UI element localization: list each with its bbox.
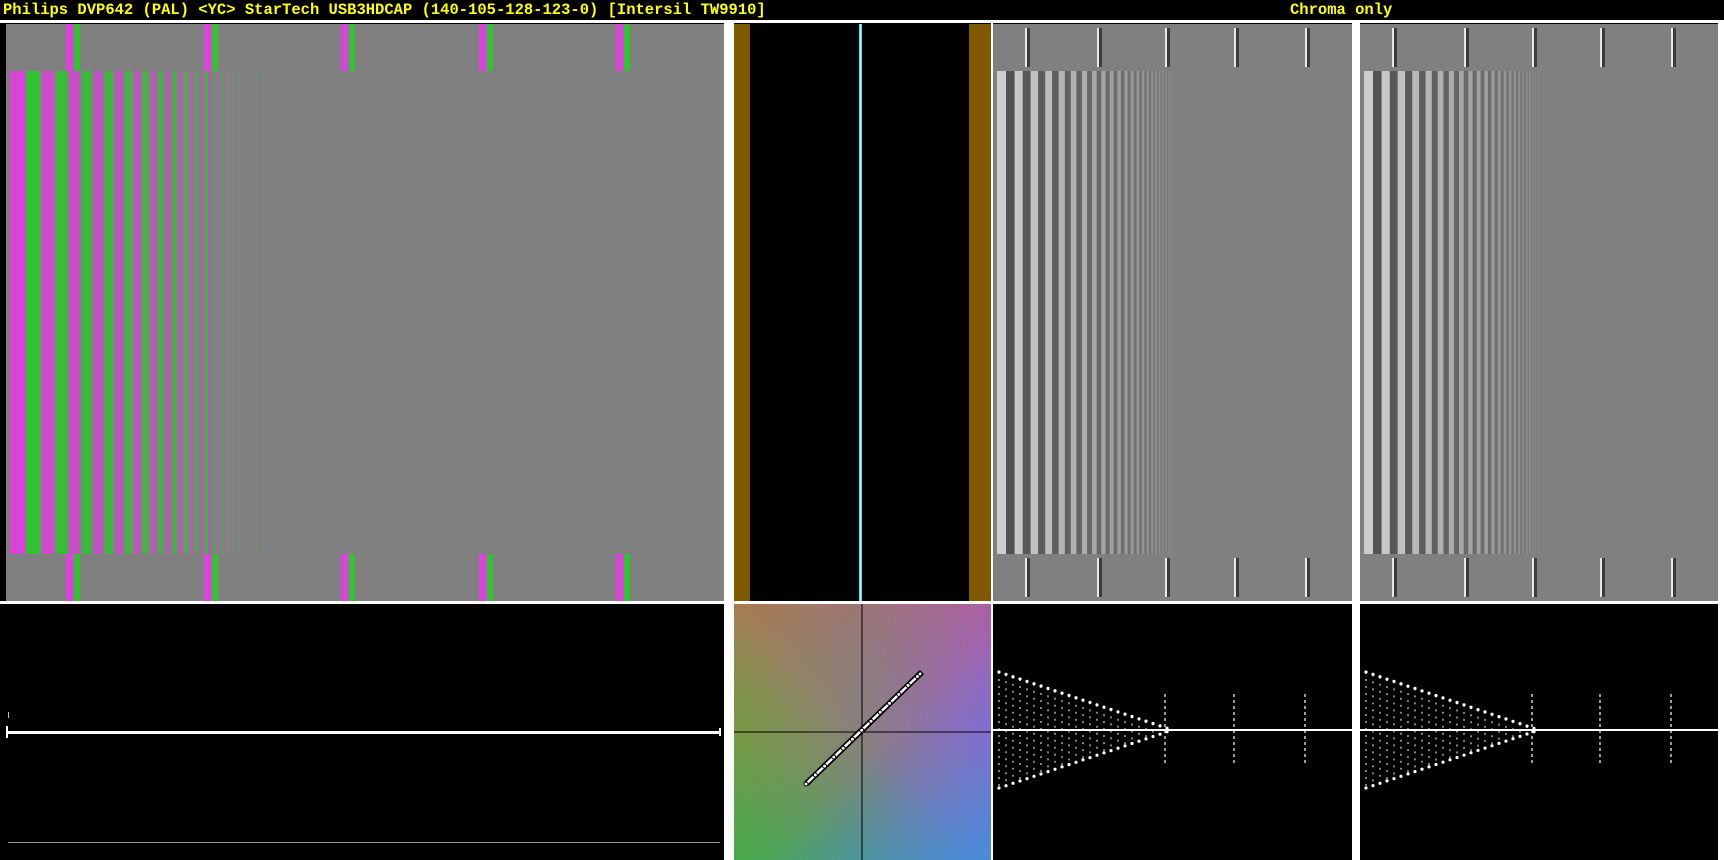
device-title: Philips DVP642 (PAL) <YC> StarTech USB3H… bbox=[3, 1, 766, 19]
mode-label: Chroma only bbox=[1290, 1, 1393, 19]
header-divider bbox=[0, 20, 1724, 23]
column-divider-3 bbox=[1352, 20, 1360, 860]
amber-bar-left bbox=[734, 24, 750, 601]
waveform-image-b bbox=[1360, 670, 1718, 790]
luma-sweep-panel-b bbox=[1360, 24, 1718, 601]
phase-image bbox=[734, 24, 991, 601]
column-divider-4 bbox=[1718, 20, 1724, 860]
waveform-image-a bbox=[993, 670, 1352, 790]
waveform-panel-left bbox=[4, 604, 724, 860]
luma-sweep-panel-a bbox=[993, 24, 1352, 601]
white-line bbox=[860, 24, 861, 601]
chroma-sweep-image bbox=[10, 24, 630, 601]
waveform-panel-a bbox=[993, 604, 1352, 860]
chroma-sweep-panel bbox=[6, 24, 724, 601]
waveform-panel-b bbox=[1360, 604, 1718, 860]
vectorscope-image bbox=[734, 604, 991, 860]
capture-window: Philips DVP642 (PAL) <YC> StarTech USB3H… bbox=[0, 0, 1724, 860]
luma-sweep-image-b bbox=[1364, 28, 1676, 597]
luma-sweep-image-a bbox=[997, 28, 1310, 597]
column-divider-1 bbox=[724, 20, 734, 860]
waveform-image-left bbox=[6, 712, 721, 843]
phase-panel bbox=[734, 24, 991, 601]
amber-bar-right bbox=[969, 24, 991, 601]
vectorscope-panel bbox=[734, 604, 991, 860]
title-bar: Philips DVP642 (PAL) <YC> StarTech USB3H… bbox=[0, 0, 1724, 20]
